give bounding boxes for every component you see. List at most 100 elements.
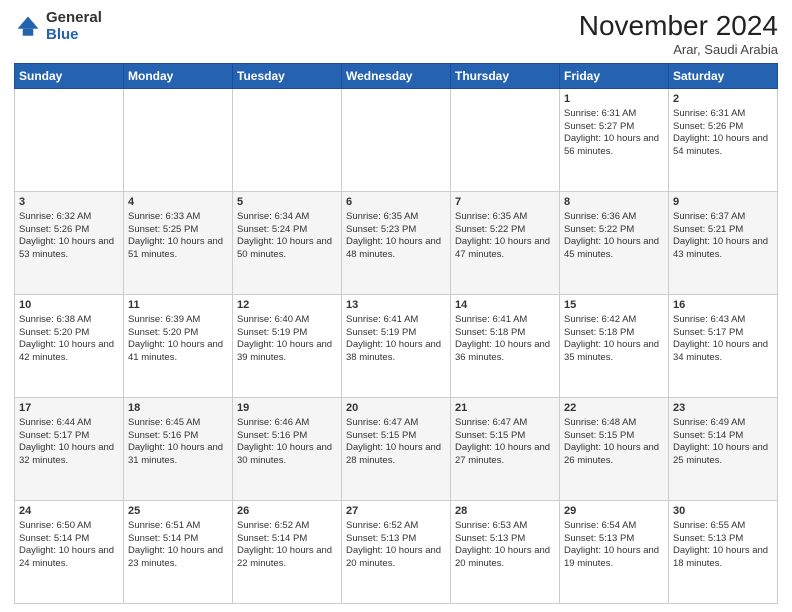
daylight-text: Daylight: 10 hours and 18 minutes.: [673, 545, 768, 569]
calendar-cell-4-4: 20Sunrise: 6:47 AMSunset: 5:15 PMDayligh…: [342, 398, 451, 501]
daylight-text: Daylight: 10 hours and 39 minutes.: [237, 339, 332, 363]
calendar-header-friday: Friday: [560, 64, 669, 89]
daylight-text: Daylight: 10 hours and 34 minutes.: [673, 339, 768, 363]
sunset-text: Sunset: 5:15 PM: [346, 430, 416, 441]
logo-text: General Blue: [46, 10, 102, 43]
sunrise-text: Sunrise: 6:47 AM: [346, 417, 418, 428]
sunrise-text: Sunrise: 6:36 AM: [564, 211, 636, 222]
day-number: 9: [673, 195, 773, 210]
sunset-text: Sunset: 5:26 PM: [19, 224, 89, 235]
sunset-text: Sunset: 5:24 PM: [237, 224, 307, 235]
sunrise-text: Sunrise: 6:54 AM: [564, 520, 636, 531]
daylight-text: Daylight: 10 hours and 25 minutes.: [673, 442, 768, 466]
daylight-text: Daylight: 10 hours and 56 minutes.: [564, 133, 659, 157]
daylight-text: Daylight: 10 hours and 41 minutes.: [128, 339, 223, 363]
sunrise-text: Sunrise: 6:46 AM: [237, 417, 309, 428]
sunset-text: Sunset: 5:17 PM: [19, 430, 89, 441]
page: General Blue November 2024 Arar, Saudi A…: [0, 0, 792, 612]
sunrise-text: Sunrise: 6:53 AM: [455, 520, 527, 531]
calendar-cell-3-1: 10Sunrise: 6:38 AMSunset: 5:20 PMDayligh…: [15, 295, 124, 398]
sunset-text: Sunset: 5:16 PM: [128, 430, 198, 441]
sunset-text: Sunset: 5:22 PM: [455, 224, 525, 235]
daylight-text: Daylight: 10 hours and 22 minutes.: [237, 545, 332, 569]
sunset-text: Sunset: 5:14 PM: [19, 533, 89, 544]
day-number: 16: [673, 298, 773, 313]
daylight-text: Daylight: 10 hours and 32 minutes.: [19, 442, 114, 466]
daylight-text: Daylight: 10 hours and 30 minutes.: [237, 442, 332, 466]
sunrise-text: Sunrise: 6:45 AM: [128, 417, 200, 428]
sunrise-text: Sunrise: 6:38 AM: [19, 314, 91, 325]
daylight-text: Daylight: 10 hours and 31 minutes.: [128, 442, 223, 466]
day-number: 10: [19, 298, 119, 313]
daylight-text: Daylight: 10 hours and 23 minutes.: [128, 545, 223, 569]
sunset-text: Sunset: 5:13 PM: [346, 533, 416, 544]
daylight-text: Daylight: 10 hours and 43 minutes.: [673, 236, 768, 260]
sunrise-text: Sunrise: 6:33 AM: [128, 211, 200, 222]
daylight-text: Daylight: 10 hours and 19 minutes.: [564, 545, 659, 569]
sunset-text: Sunset: 5:13 PM: [455, 533, 525, 544]
sunset-text: Sunset: 5:15 PM: [564, 430, 634, 441]
calendar-header-sunday: Sunday: [15, 64, 124, 89]
day-number: 20: [346, 401, 446, 416]
daylight-text: Daylight: 10 hours and 53 minutes.: [19, 236, 114, 260]
sunrise-text: Sunrise: 6:52 AM: [346, 520, 418, 531]
daylight-text: Daylight: 10 hours and 36 minutes.: [455, 339, 550, 363]
calendar-cell-2-2: 4Sunrise: 6:33 AM Sunset: 5:25 PMDaylight…: [124, 192, 233, 295]
header: General Blue November 2024 Arar, Saudi A…: [14, 10, 778, 57]
calendar-week-2: 3Sunrise: 6:32 AMSunset: 5:26 PMDaylight…: [15, 192, 778, 295]
day-number: 18: [128, 401, 228, 416]
calendar-week-3: 10Sunrise: 6:38 AMSunset: 5:20 PMDayligh…: [15, 295, 778, 398]
day-number: 21: [455, 401, 555, 416]
sunset-text: Sunset: 5:25 PM: [128, 224, 198, 235]
calendar-header-tuesday: Tuesday: [233, 64, 342, 89]
calendar-cell-2-4: 6Sunrise: 6:35 AMSunset: 5:23 PMDaylight…: [342, 192, 451, 295]
sunset-text: Sunset: 5:16 PM: [237, 430, 307, 441]
sunset-text: Sunset: 5:17 PM: [673, 327, 743, 338]
daylight-text: Daylight: 10 hours and 45 minutes.: [564, 236, 659, 260]
sunrise-text: Sunrise: 6:31 AM: [673, 108, 745, 119]
daylight-text: Daylight: 10 hours and 51 minutes.: [128, 236, 223, 260]
calendar-cell-4-3: 19Sunrise: 6:46 AM Sunset: 5:16 PMDayligh…: [233, 398, 342, 501]
sunrise-text: Sunrise: 6:47 AM: [455, 417, 527, 428]
day-number: 17: [19, 401, 119, 416]
day-number: 25: [128, 504, 228, 519]
day-number: 6: [346, 195, 446, 210]
sunset-text: Sunset: 5:20 PM: [128, 327, 198, 338]
sunrise-text: Sunrise: 6:41 AM: [455, 314, 527, 325]
day-number: 8: [564, 195, 664, 210]
title-block: November 2024 Arar, Saudi Arabia: [579, 10, 778, 57]
day-number: 14: [455, 298, 555, 313]
daylight-text: Daylight: 10 hours and 47 minutes.: [455, 236, 550, 260]
calendar-cell-1-4: [342, 89, 451, 192]
day-number: 5: [237, 195, 337, 210]
sunrise-text: Sunrise: 6:34 AM: [237, 211, 309, 222]
calendar-cell-2-7: 9Sunrise: 6:37 AMSunset: 5:21 PMDaylight…: [669, 192, 778, 295]
day-number: 23: [673, 401, 773, 416]
sunrise-text: Sunrise: 6:35 AM: [346, 211, 418, 222]
day-number: 3: [19, 195, 119, 210]
day-number: 4: [128, 195, 228, 210]
calendar-cell-3-7: 16Sunrise: 6:43 AMSunset: 5:17 PMDayligh…: [669, 295, 778, 398]
calendar-cell-5-7: 30Sunrise: 6:55 AMSunset: 5:13 PMDayligh…: [669, 501, 778, 604]
day-number: 15: [564, 298, 664, 313]
sunset-text: Sunset: 5:26 PM: [673, 121, 743, 132]
sunset-text: Sunset: 5:13 PM: [673, 533, 743, 544]
sunrise-text: Sunrise: 6:32 AM: [19, 211, 91, 222]
calendar-cell-1-7: 2Sunrise: 6:31 AMSunset: 5:26 PMDaylight…: [669, 89, 778, 192]
sunrise-text: Sunrise: 6:44 AM: [19, 417, 91, 428]
sunrise-text: Sunrise: 6:48 AM: [564, 417, 636, 428]
location: Arar, Saudi Arabia: [579, 42, 778, 57]
calendar-cell-4-7: 23Sunrise: 6:49 AMSunset: 5:14 PMDayligh…: [669, 398, 778, 501]
calendar-cell-3-3: 12Sunrise: 6:40 AMSunset: 5:19 PMDayligh…: [233, 295, 342, 398]
day-number: 11: [128, 298, 228, 313]
day-number: 19: [237, 401, 337, 416]
sunrise-text: Sunrise: 6:50 AM: [19, 520, 91, 531]
calendar-cell-3-4: 13Sunrise: 6:41 AMSunset: 5:19 PMDayligh…: [342, 295, 451, 398]
sunrise-text: Sunrise: 6:55 AM: [673, 520, 745, 531]
sunset-text: Sunset: 5:23 PM: [346, 224, 416, 235]
sunrise-text: Sunrise: 6:51 AM: [128, 520, 200, 531]
sunset-text: Sunset: 5:27 PM: [564, 121, 634, 132]
sunrise-text: Sunrise: 6:39 AM: [128, 314, 200, 325]
calendar-header-saturday: Saturday: [669, 64, 778, 89]
calendar-cell-4-5: 21Sunrise: 6:47 AMSunset: 5:15 PMDayligh…: [451, 398, 560, 501]
